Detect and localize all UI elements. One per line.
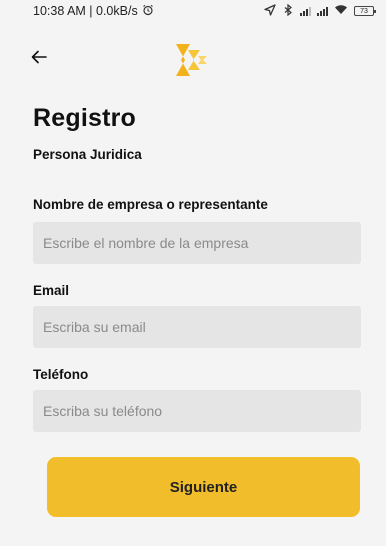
status-left: 10:38 AM | 0.0kB/s [33,4,154,19]
status-bar: 10:38 AM | 0.0kB/s 73 [0,0,386,22]
signal-1-icon [300,6,311,16]
status-time: 10:38 AM | 0.0kB/s [33,4,138,18]
wifi-icon [334,4,348,18]
next-button[interactable]: Siguiente [47,457,360,517]
back-button[interactable] [28,48,50,70]
arrow-left-icon [31,50,47,69]
battery-icon: 73 [354,6,376,16]
email-field[interactable] [33,306,361,348]
alarm-clock-icon [142,4,154,19]
page-title: Registro [33,104,137,132]
status-right: 73 [264,3,376,19]
company-name-field[interactable] [33,222,361,264]
battery-level: 73 [360,7,368,15]
signal-2-icon [317,6,328,16]
phone-field[interactable] [33,390,361,432]
header [0,40,386,80]
brand-logo-icon [171,40,213,80]
bluetooth-icon [282,3,294,19]
email-label: Email [33,283,70,298]
page-subtitle: Persona Juridica [33,147,142,162]
company-name-label: Nombre de empresa o representante [33,197,268,212]
phone-label: Teléfono [33,367,89,382]
location-icon [264,3,276,19]
